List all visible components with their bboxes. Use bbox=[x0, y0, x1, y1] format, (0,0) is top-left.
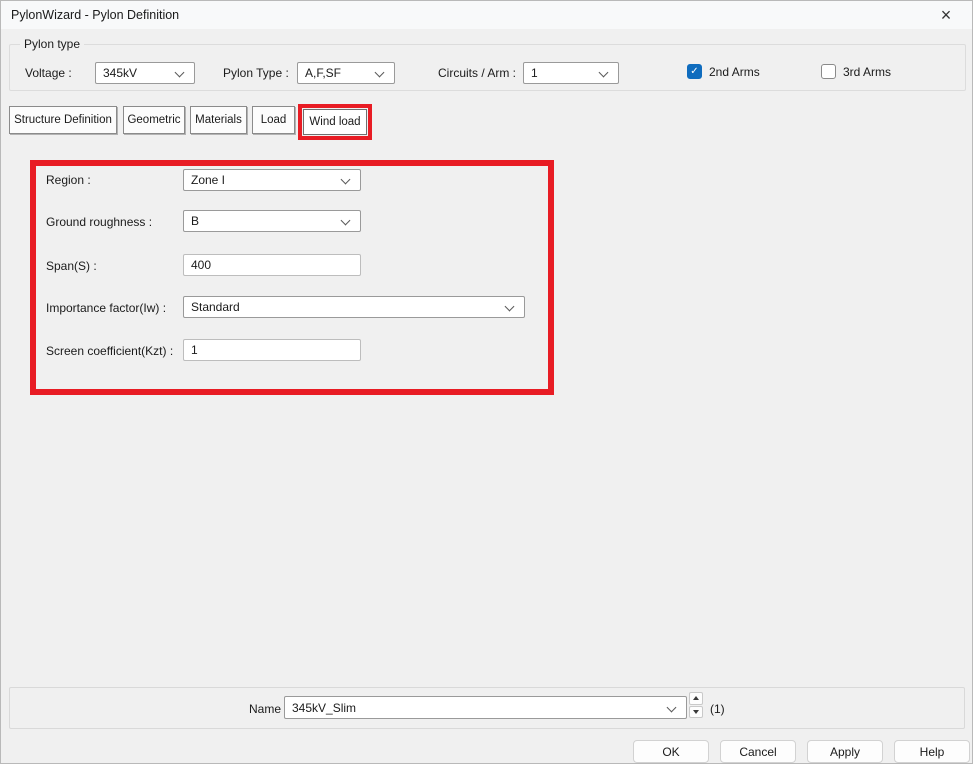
screen-coefficient-input-wrap bbox=[183, 339, 361, 361]
voltage-value: 345kV bbox=[103, 66, 175, 80]
pylon-type-value: A,F,SF bbox=[305, 66, 375, 80]
region-dropdown[interactable]: Zone I bbox=[183, 169, 361, 191]
help-button-label: Help bbox=[920, 745, 945, 759]
chevron-down-icon bbox=[667, 704, 675, 712]
tab-materials[interactable]: Materials bbox=[190, 106, 247, 134]
third-arms-checkbox[interactable] bbox=[821, 64, 836, 79]
apply-button-label: Apply bbox=[830, 745, 860, 759]
chevron-down-icon bbox=[505, 303, 513, 311]
second-arms-label: 2nd Arms bbox=[709, 65, 760, 79]
pylon-type-label: Pylon Type : bbox=[223, 66, 289, 80]
circuits-arm-value: 1 bbox=[531, 66, 599, 80]
region-label: Region : bbox=[46, 173, 91, 187]
circuits-arm-label: Circuits / Arm : bbox=[438, 66, 516, 80]
tab-wind-load[interactable]: Wind load bbox=[303, 109, 367, 135]
pylon-type-dropdown[interactable]: A,F,SF bbox=[297, 62, 395, 84]
importance-factor-label: Importance factor(Iw) : bbox=[46, 301, 166, 315]
voltage-dropdown[interactable]: 345kV bbox=[95, 62, 195, 84]
chevron-down-icon bbox=[341, 217, 349, 225]
ground-roughness-label: Ground roughness : bbox=[46, 215, 152, 229]
name-label: Name bbox=[249, 702, 281, 716]
second-arms-checkbox-row[interactable]: ✓ 2nd Arms bbox=[687, 64, 760, 79]
region-value: Zone I bbox=[191, 173, 341, 187]
check-icon: ✓ bbox=[690, 67, 698, 77]
importance-factor-value: Standard bbox=[191, 300, 505, 314]
tab-load[interactable]: Load bbox=[252, 106, 295, 134]
third-arms-checkbox-row[interactable]: 3rd Arms bbox=[821, 64, 891, 79]
arrow-up-icon bbox=[693, 696, 699, 700]
pylon-wizard-dialog: PylonWizard - Pylon Definition × Pylon t… bbox=[0, 0, 973, 764]
chevron-down-icon bbox=[599, 69, 607, 77]
ok-button[interactable]: OK bbox=[633, 740, 709, 763]
tab-label: Materials bbox=[195, 114, 242, 126]
spinner-up-button[interactable] bbox=[689, 692, 703, 705]
close-icon: × bbox=[941, 6, 952, 24]
second-arms-checkbox[interactable]: ✓ bbox=[687, 64, 702, 79]
tab-label: Wind load bbox=[309, 116, 360, 128]
ok-button-label: OK bbox=[662, 745, 679, 759]
voltage-label: Voltage : bbox=[25, 66, 72, 80]
span-label: Span(S) : bbox=[46, 259, 97, 273]
importance-factor-dropdown[interactable]: Standard bbox=[183, 296, 525, 318]
spinner-down-button[interactable] bbox=[689, 706, 703, 719]
screen-coefficient-label: Screen coefficient(Kzt) : bbox=[46, 344, 173, 358]
name-dropdown[interactable]: 345kV_Slim bbox=[284, 696, 687, 719]
ground-roughness-dropdown[interactable]: B bbox=[183, 210, 361, 232]
title-bar: PylonWizard - Pylon Definition bbox=[1, 1, 972, 29]
tab-geometric[interactable]: Geometric bbox=[123, 106, 185, 134]
dialog-title: PylonWizard - Pylon Definition bbox=[11, 8, 179, 22]
span-input-wrap bbox=[183, 254, 361, 276]
name-value: 345kV_Slim bbox=[292, 701, 667, 715]
tab-label: Structure Definition bbox=[14, 114, 112, 126]
name-spinner bbox=[689, 692, 703, 718]
chevron-down-icon bbox=[175, 69, 183, 77]
arrow-down-icon bbox=[693, 710, 699, 714]
cancel-button-label: Cancel bbox=[739, 745, 776, 759]
pylon-type-group-label: Pylon type bbox=[20, 37, 84, 51]
apply-button[interactable]: Apply bbox=[807, 740, 883, 763]
close-button[interactable]: × bbox=[928, 1, 964, 29]
circuits-arm-dropdown[interactable]: 1 bbox=[523, 62, 619, 84]
tab-structure-definition[interactable]: Structure Definition bbox=[9, 106, 117, 134]
chevron-down-icon bbox=[341, 176, 349, 184]
tab-label: Geometric bbox=[127, 114, 180, 126]
tab-label: Load bbox=[261, 114, 287, 126]
ground-roughness-value: B bbox=[191, 214, 341, 228]
name-count-badge: (1) bbox=[710, 702, 725, 716]
cancel-button[interactable]: Cancel bbox=[720, 740, 796, 763]
span-input[interactable] bbox=[184, 255, 360, 275]
screen-coefficient-input[interactable] bbox=[184, 340, 360, 360]
chevron-down-icon bbox=[375, 69, 383, 77]
annotation-box-wind-tab: Wind load bbox=[298, 104, 372, 140]
help-button[interactable]: Help bbox=[894, 740, 970, 763]
third-arms-label: 3rd Arms bbox=[843, 65, 891, 79]
